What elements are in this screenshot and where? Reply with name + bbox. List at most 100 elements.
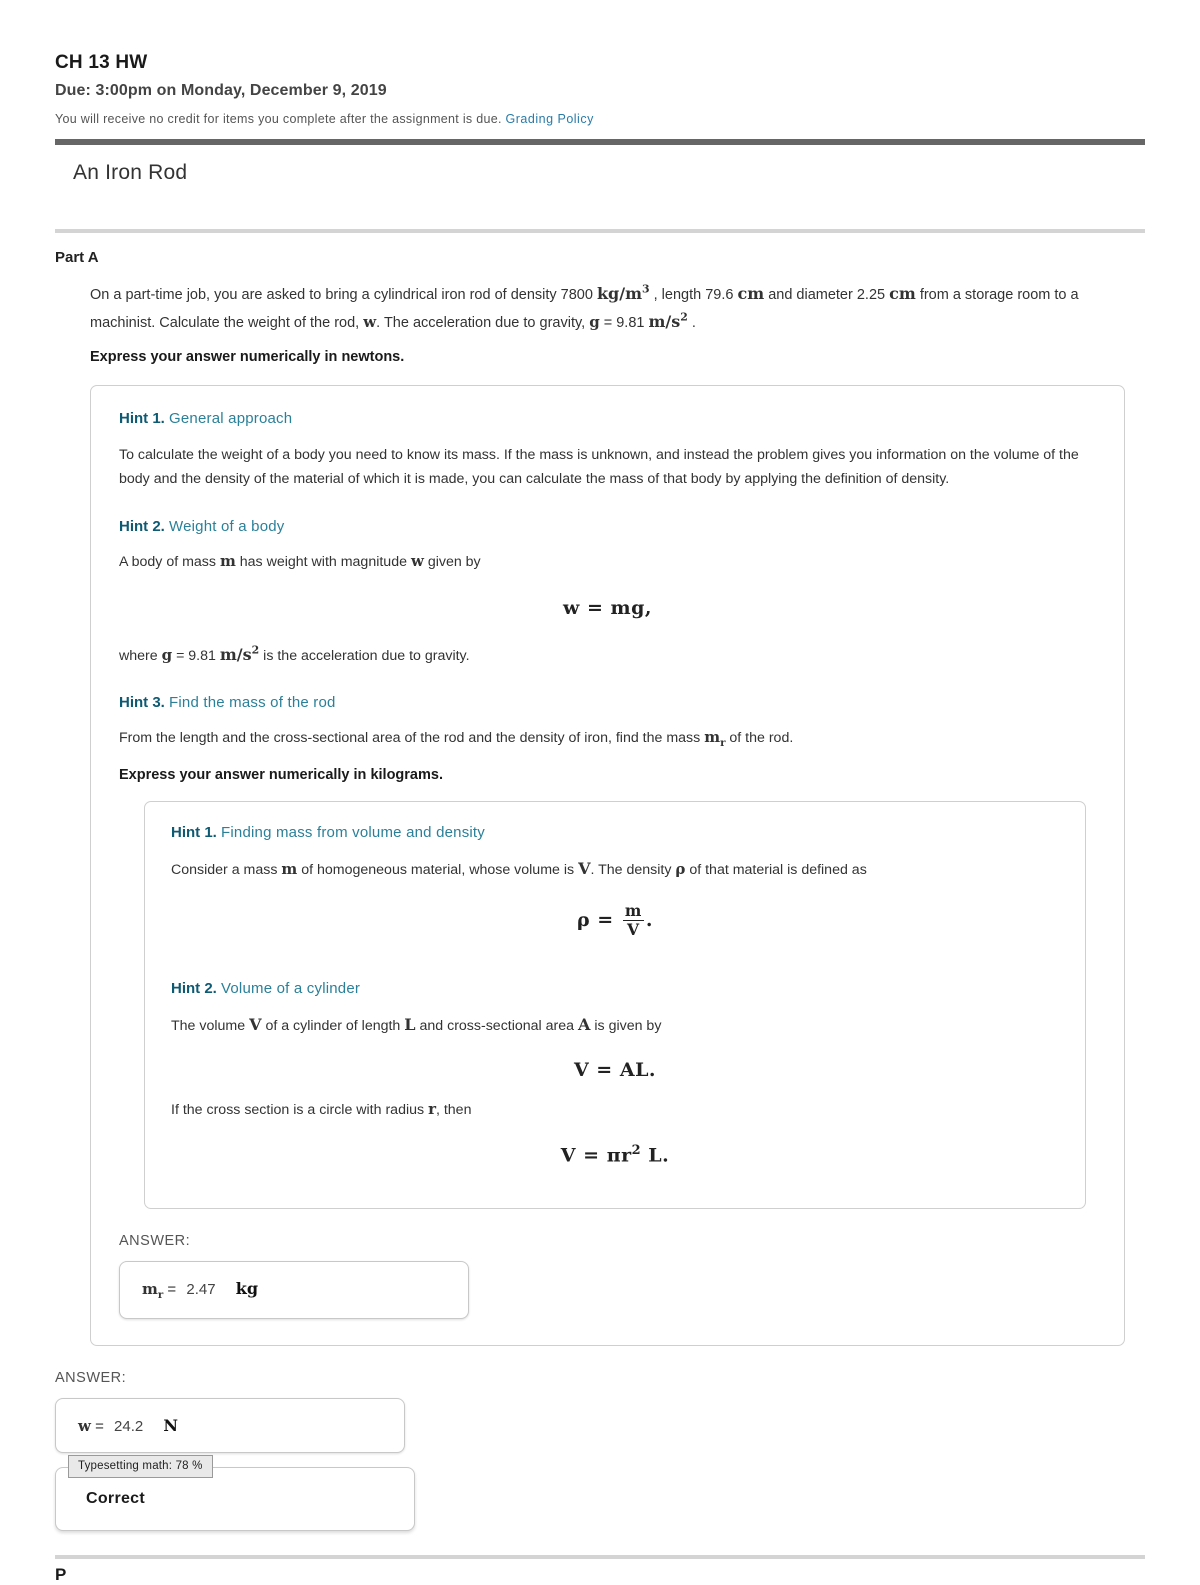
symbol-volume-2: V — [249, 1015, 262, 1035]
subhint-2-body2-pre: If the cross section is a circle with ra… — [171, 1101, 425, 1118]
feedback-text: Correct — [86, 1489, 146, 1507]
symbol-radius: r — [428, 1099, 436, 1118]
hint-2-body-pre: A body of mass — [119, 553, 216, 570]
equation-weight-eq: = — [586, 596, 604, 619]
footer: P — [55, 1565, 1145, 1585]
subhint-2-body-mid: of a cylinder of length — [265, 1018, 401, 1035]
symbol-gravity-2: g — [161, 645, 173, 664]
footer-divider — [55, 1554, 1145, 1559]
equation-density: ρ = m V . — [171, 902, 1059, 939]
hint-3-body: From the length and the cross-sectional … — [119, 725, 1096, 753]
hint-2-header: Hint 2. Weight of a body — [119, 518, 1096, 535]
weight-answer-symbol: w — [78, 1416, 91, 1435]
gravity-unit-2: m/s2 — [219, 643, 260, 664]
weight-answer-field[interactable]: w = 24.2 N — [55, 1397, 405, 1453]
equation-vc-pi: π — [606, 1143, 622, 1166]
symbol-volume: V — [578, 858, 591, 878]
grading-policy-link[interactable]: Grading Policy — [506, 112, 594, 126]
statement-segment-3: and diameter 2.25 — [768, 287, 886, 303]
subhint-1-body-mid: of homogeneous material, whose volume is — [301, 861, 575, 878]
hint-2-where-val: = 9.81 — [176, 647, 216, 664]
page-title: CH 13 HW — [55, 52, 148, 73]
credit-note: You will receive no credit for items you… — [55, 112, 1145, 126]
hint-1-number: Hint 1. — [119, 409, 165, 427]
nested-hint-container: Hint 1. Finding mass from volume and den… — [144, 800, 1086, 1209]
subhint-1-body-mid2: . The density — [590, 861, 672, 878]
hint-1-title: General approach — [169, 409, 293, 427]
symbol-mass-3: m — [281, 859, 298, 878]
subhint-1-body-pre: Consider a mass — [171, 861, 278, 878]
subhint-1-body-post: of that material is defined as — [689, 861, 867, 878]
symbol-weight-2: w — [410, 551, 424, 570]
weight-answer-equals: = — [95, 1417, 104, 1435]
symbol-length: L — [404, 1015, 416, 1035]
hint-3-body-post: of the rod. — [729, 730, 794, 747]
gravity-unit: m/s2 — [648, 310, 688, 331]
hint-3-number: Hint 3. — [119, 694, 165, 712]
assignment-header: CH 13 HW Due: 3:00pm on Monday, December… — [55, 0, 1145, 126]
symbol-mass: m — [219, 551, 236, 570]
equation-volume-al: V = AL. — [573, 1058, 657, 1081]
subhint-spacer — [171, 954, 1059, 980]
equation-density-rho: ρ — [577, 908, 591, 931]
equation-weight-rhs: mg — [610, 596, 645, 619]
hint-2-title: Weight of a body — [169, 517, 285, 535]
hint-3-title: Find the mass of the rod — [169, 694, 336, 712]
fraction-m-over-v: m V — [622, 902, 644, 939]
credit-note-text: You will receive no credit for items you… — [55, 112, 502, 126]
equation-vc-exp: 2 — [631, 1142, 642, 1158]
length-unit: cm — [737, 284, 765, 303]
subhint-2-header: Hint 2. Volume of a cylinder — [171, 980, 1059, 997]
hint-container: Hint 1. General approach To calculate th… — [90, 384, 1125, 1346]
problem-statement: On a part-time job, you are asked to bri… — [90, 280, 1145, 336]
symbol-mass-rod: mr — [704, 728, 726, 750]
weight-answer-unit: N — [163, 1415, 179, 1435]
mass-answer-value[interactable]: 2.47 — [180, 1281, 221, 1298]
problem-title: An Iron Rod — [73, 161, 188, 184]
subhint-1-title: Finding mass from volume and density — [221, 823, 485, 841]
answer-label: ANSWER: — [55, 1369, 127, 1386]
typesetting-status-chip: Typesetting math: 78 % — [68, 1455, 213, 1478]
hint-2-where-pre: where — [119, 647, 158, 664]
next-part-label: P — [55, 1564, 67, 1584]
subhint-2-body-pre: The volume — [171, 1018, 246, 1035]
equation-weight: w = mg, — [119, 597, 1096, 619]
assignment-page: CH 13 HW Due: 3:00pm on Monday, December… — [0, 0, 1200, 1584]
hint-1-header: Hint 1. General approach — [119, 410, 1096, 427]
statement-segment-1: On a part-time job, you are asked to bri… — [90, 287, 593, 303]
weight-answer-value[interactable]: 24.2 — [108, 1418, 149, 1435]
express-instruction-kilograms: Express your answer numerically in kilog… — [119, 766, 443, 783]
statement-segment-5: . The acceleration due to gravity, — [376, 314, 586, 331]
subhint-2-body2: If the cross section is a circle with ra… — [171, 1097, 1059, 1123]
subhint-2-body-mid2: and cross-sectional area — [419, 1018, 575, 1035]
hint-2-where: where g = 9.81 m/s2 is the acceleration … — [119, 641, 1096, 669]
hint-spacer-1 — [119, 492, 1096, 518]
statement-segment-6: = 9.81 — [603, 314, 645, 331]
fraction-denominator: V — [627, 920, 640, 939]
subhint-1-body: Consider a mass m of homogeneous materia… — [171, 855, 1059, 883]
mass-answer-unit: kg — [235, 1278, 259, 1298]
hint-2-body: A body of mass m has weight with magnitu… — [119, 549, 1096, 575]
mass-answer-symbol: mr — [142, 1279, 164, 1301]
equation-vc-punct: . — [662, 1143, 670, 1166]
nested-answer-label: ANSWER: — [119, 1232, 191, 1249]
density-unit: kg/m3 — [596, 282, 650, 303]
mass-answer-field[interactable]: mr = 2.47 kg — [119, 1260, 469, 1319]
express-instruction-newtons: Express your answer numerically in newto… — [90, 348, 405, 365]
subhint-2-number: Hint 2. — [171, 980, 217, 998]
statement-segment-7: . — [691, 314, 696, 331]
symbol-weight: w — [363, 312, 377, 331]
subhint-1-header: Hint 1. Finding mass from volume and den… — [171, 824, 1059, 841]
equation-weight-lhs: w — [562, 596, 580, 619]
equation-vc-L: L — [648, 1143, 663, 1166]
hint-3-body-pre: From the length and the cross-sectional … — [119, 730, 701, 747]
subhint-2-body2-post: , then — [435, 1101, 472, 1118]
subhint-2-title: Volume of a cylinder — [221, 980, 361, 998]
equation-vc-eq: = — [583, 1143, 600, 1166]
hint-2-number: Hint 2. — [119, 517, 165, 535]
due-date: Due: 3:00pm on Monday, December 9, 2019 — [55, 82, 387, 99]
hint-spacer-2 — [119, 668, 1096, 694]
symbol-gravity: g — [589, 312, 600, 331]
hint-2-where-post: is the acceleration due to gravity. — [263, 647, 470, 664]
part-divider — [55, 229, 1145, 233]
